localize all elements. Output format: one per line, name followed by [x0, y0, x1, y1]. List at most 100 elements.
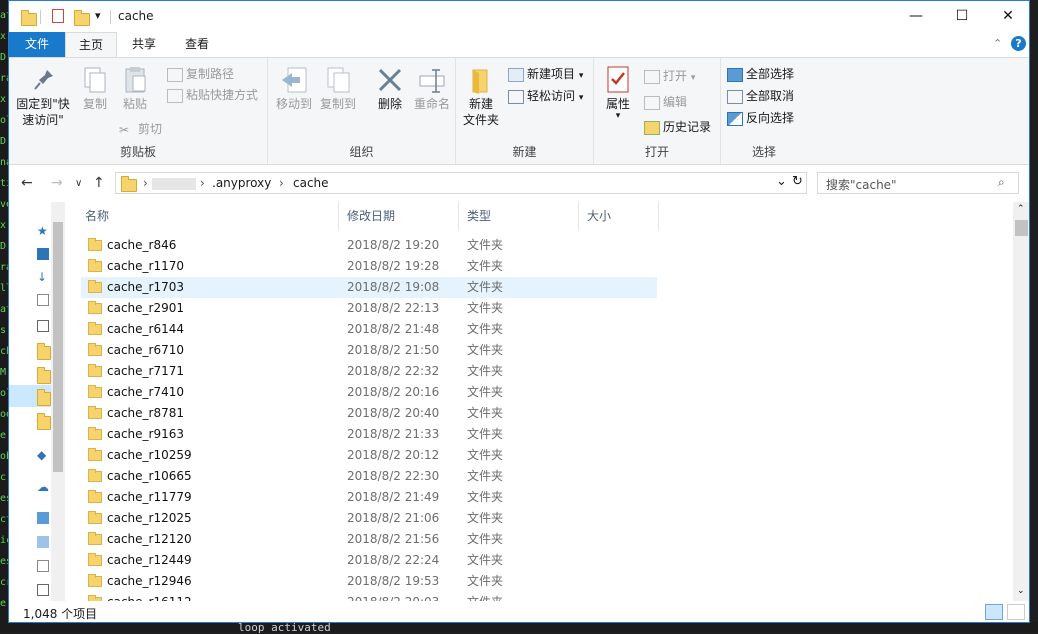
tab-file[interactable]: 文件 [9, 32, 65, 57]
help-icon[interactable]: ? [1011, 36, 1026, 51]
recent-locations-icon[interactable]: ∨ [75, 178, 82, 189]
address-dropdown-icon[interactable]: ⌄ [776, 174, 787, 189]
drive-icon[interactable] [37, 560, 49, 572]
properties-button[interactable]: 属性 ▾ [598, 62, 638, 121]
folder-icon[interactable] [37, 413, 51, 430]
tab-view[interactable]: 查看 [173, 32, 221, 57]
file-row[interactable]: cache_r1170 2018/8/2 19:28 文件夹 [81, 256, 657, 277]
scroll-up-icon[interactable]: ⌃ [1017, 204, 1025, 214]
drive-icon[interactable] [37, 584, 49, 596]
breadcrumb-separator-icon[interactable]: › [200, 176, 205, 190]
file-type: 文件夹 [467, 511, 504, 525]
quick-access-star-icon[interactable]: ★ [37, 224, 49, 238]
file-list-scrollbar[interactable]: ⌃ ⌄ [1013, 202, 1029, 601]
delete-button[interactable]: 删除 [372, 62, 408, 112]
address-bar[interactable]: › › .anyproxy › cache ⌄ ↻ [115, 172, 807, 194]
ribbon: 固定到"快 速访问" 复制 粘贴 复制路径 粘贴快捷方式 ✂ 剪切 剪贴板 移动… [9, 57, 1029, 165]
desktop-icon[interactable] [37, 248, 49, 260]
new-folder-quick-icon[interactable] [74, 10, 90, 26]
new-folder-button[interactable]: 新建 文件夹 [460, 62, 502, 128]
file-row[interactable]: cache_r8781 2018/8/2 20:40 文件夹 [81, 403, 657, 424]
search-input[interactable]: 搜索"cache" ⌕ [817, 172, 1019, 194]
file-row[interactable]: cache_r10665 2018/8/2 22:30 文件夹 [81, 466, 657, 487]
scroll-down-icon[interactable]: ⌄ [1017, 586, 1025, 596]
tab-share[interactable]: 共享 [121, 32, 167, 57]
file-row[interactable]: cache_r12946 2018/8/2 19:53 文件夹 [81, 571, 657, 592]
forward-arrow-icon[interactable]: → [51, 175, 63, 191]
pictures-icon[interactable] [37, 320, 49, 332]
navigation-pane[interactable]: ★ ↓ ◆ ☁ [9, 202, 65, 601]
file-row[interactable]: cache_r7171 2018/8/2 22:32 文件夹 [81, 361, 657, 382]
drive-icon[interactable] [37, 536, 49, 548]
up-arrow-icon[interactable]: ↑ [93, 175, 105, 191]
tab-home[interactable]: 主页 [65, 32, 117, 57]
back-arrow-icon[interactable]: ← [21, 175, 33, 191]
file-type: 文件夹 [467, 301, 504, 315]
history-button[interactable]: 历史记录 [644, 117, 711, 137]
file-row[interactable]: cache_r12449 2018/8/2 22:24 文件夹 [81, 550, 657, 571]
breadcrumb-separator-icon[interactable]: › [143, 176, 148, 190]
properties-quick-icon[interactable] [52, 9, 64, 23]
file-name: cache_r1703 [107, 280, 185, 294]
close-button[interactable]: ✕ [985, 1, 1029, 32]
file-row[interactable]: cache_r7410 2018/8/2 20:16 文件夹 [81, 382, 657, 403]
file-row[interactable]: cache_r846 2018/8/2 19:20 文件夹 [81, 235, 657, 256]
breadcrumb-separator-icon[interactable]: › [279, 176, 284, 190]
column-name[interactable]: 名称 [77, 202, 339, 230]
file-row[interactable]: cache_r12120 2018/8/2 21:56 文件夹 [81, 529, 657, 550]
copy-path-button[interactable]: 复制路径 [167, 64, 234, 84]
pin-quick-access-button[interactable]: 固定到"快 速访问" [13, 62, 73, 128]
folder-icon[interactable] [37, 343, 51, 360]
file-row[interactable]: cache_r9163 2018/8/2 21:33 文件夹 [81, 424, 657, 445]
this-pc-icon[interactable] [37, 512, 49, 524]
file-row[interactable]: cache_r10259 2018/8/2 20:12 文件夹 [81, 445, 657, 466]
nav-scrollbar[interactable] [51, 202, 65, 601]
downloads-icon[interactable]: ↓ [37, 270, 49, 284]
breadcrumb-anyproxy[interactable]: .anyproxy [212, 176, 271, 190]
move-to-button[interactable]: 移动到 [274, 62, 314, 112]
file-row[interactable]: cache_r1703 2018/8/2 19:08 文件夹 [81, 277, 657, 298]
maximize-button[interactable]: ☐ [939, 1, 985, 32]
file-name: cache_r10259 [107, 448, 192, 462]
folder-icon[interactable] [37, 389, 51, 406]
large-icons-view-icon[interactable] [1007, 604, 1025, 620]
paste-shortcut-button[interactable]: 粘贴快捷方式 [167, 85, 258, 105]
breadcrumb-cache[interactable]: cache [293, 176, 329, 190]
ribbon-collapse-icon[interactable]: ⌃ [993, 37, 1002, 50]
terminal-strip-char: x [0, 94, 7, 105]
nav-scrollbar-thumb[interactable] [53, 222, 63, 472]
copy-button[interactable]: 复制 [75, 62, 115, 112]
refresh-icon[interactable]: ↻ [792, 174, 803, 189]
invert-selection-button[interactable]: 反向选择 [727, 108, 794, 128]
copy-to-button[interactable]: 复制到 [318, 62, 358, 112]
open-button[interactable]: 打开 ▾ [644, 66, 695, 86]
folder-icon [88, 511, 102, 524]
paste-button[interactable]: 粘贴 [115, 62, 155, 112]
file-row[interactable]: cache_r16112 2018/8/2 20:03 文件夹 [81, 592, 657, 601]
search-icon[interactable]: ⌕ [998, 175, 1005, 190]
quick-access-dropdown-icon[interactable]: ▾ [95, 9, 101, 22]
details-view-icon[interactable] [985, 604, 1003, 620]
rename-button[interactable]: 重命名 [412, 62, 452, 112]
minimize-button[interactable]: — [893, 1, 939, 32]
new-item-button[interactable]: 新建项目 ▾ [508, 64, 583, 84]
documents-icon[interactable] [37, 294, 49, 306]
file-row[interactable]: cache_r6710 2018/8/2 21:50 文件夹 [81, 340, 657, 361]
file-row[interactable]: cache_r12025 2018/8/2 21:06 文件夹 [81, 508, 657, 529]
select-none-button[interactable]: 全部取消 [727, 86, 794, 106]
scissors-icon: ✂ [119, 122, 130, 137]
dropbox-icon[interactable]: ◆ [37, 448, 49, 462]
scrollbar-thumb[interactable] [1015, 220, 1028, 236]
folder-icon[interactable] [37, 367, 51, 384]
onedrive-icon[interactable]: ☁ [37, 480, 49, 494]
edit-button[interactable]: 编辑 [644, 92, 687, 112]
column-type[interactable]: 类型 [459, 202, 579, 230]
column-date[interactable]: 修改日期 [339, 202, 459, 230]
select-all-button[interactable]: 全部选择 [727, 64, 794, 84]
cut-button[interactable]: ✂ 剪切 [119, 119, 162, 139]
column-size[interactable]: 大小 [579, 202, 659, 230]
file-row[interactable]: cache_r2901 2018/8/2 22:13 文件夹 [81, 298, 657, 319]
easy-access-button[interactable]: 轻松访问 ▾ [508, 86, 583, 106]
file-row[interactable]: cache_r6144 2018/8/2 21:48 文件夹 [81, 319, 657, 340]
file-row[interactable]: cache_r11779 2018/8/2 21:49 文件夹 [81, 487, 657, 508]
